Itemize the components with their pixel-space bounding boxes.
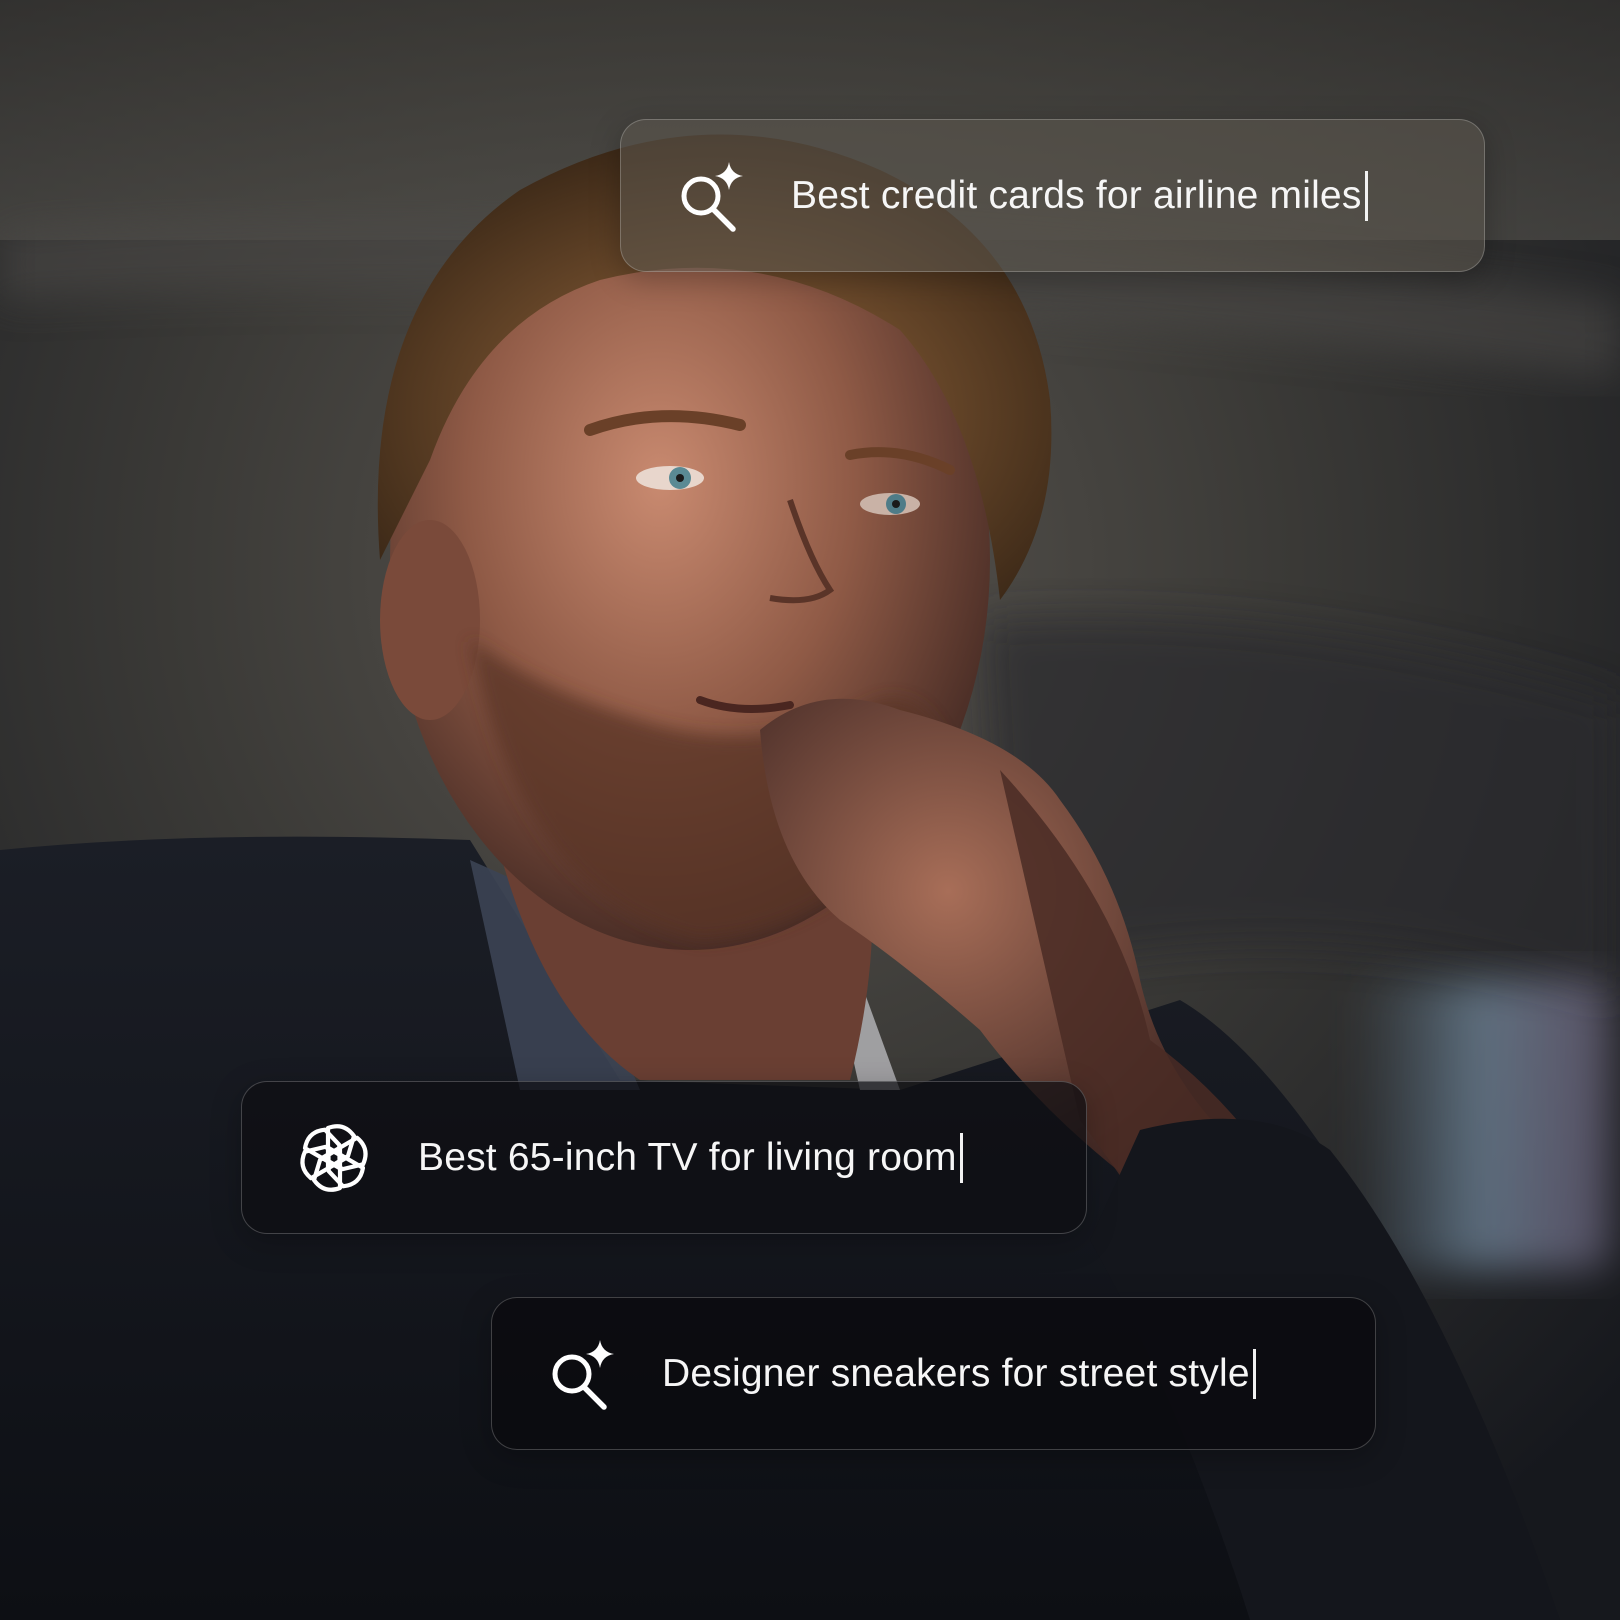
openai-logo-icon [294, 1118, 374, 1198]
ai-search-sparkle-icon [671, 156, 751, 236]
search-bar-sneakers[interactable]: Designer sneakers for street style [491, 1297, 1376, 1450]
search-bar-tv[interactable]: Best 65-inch TV for living room [241, 1081, 1087, 1234]
search-query-field[interactable]: Best 65-inch TV for living room [418, 1132, 963, 1183]
search-query-text: Best credit cards for airline miles [791, 173, 1362, 217]
search-query-field[interactable]: Designer sneakers for street style [662, 1348, 1256, 1399]
text-caret [1252, 1348, 1256, 1399]
search-query-text: Best 65-inch TV for living room [418, 1135, 957, 1179]
search-query-field[interactable]: Best credit cards for airline miles [791, 170, 1368, 221]
ai-search-sparkle-icon [542, 1334, 622, 1414]
search-query-text: Designer sneakers for street style [662, 1351, 1250, 1395]
search-bar-credit-cards[interactable]: Best credit cards for airline miles [620, 119, 1485, 272]
text-caret [1364, 170, 1368, 221]
text-caret [959, 1132, 963, 1183]
